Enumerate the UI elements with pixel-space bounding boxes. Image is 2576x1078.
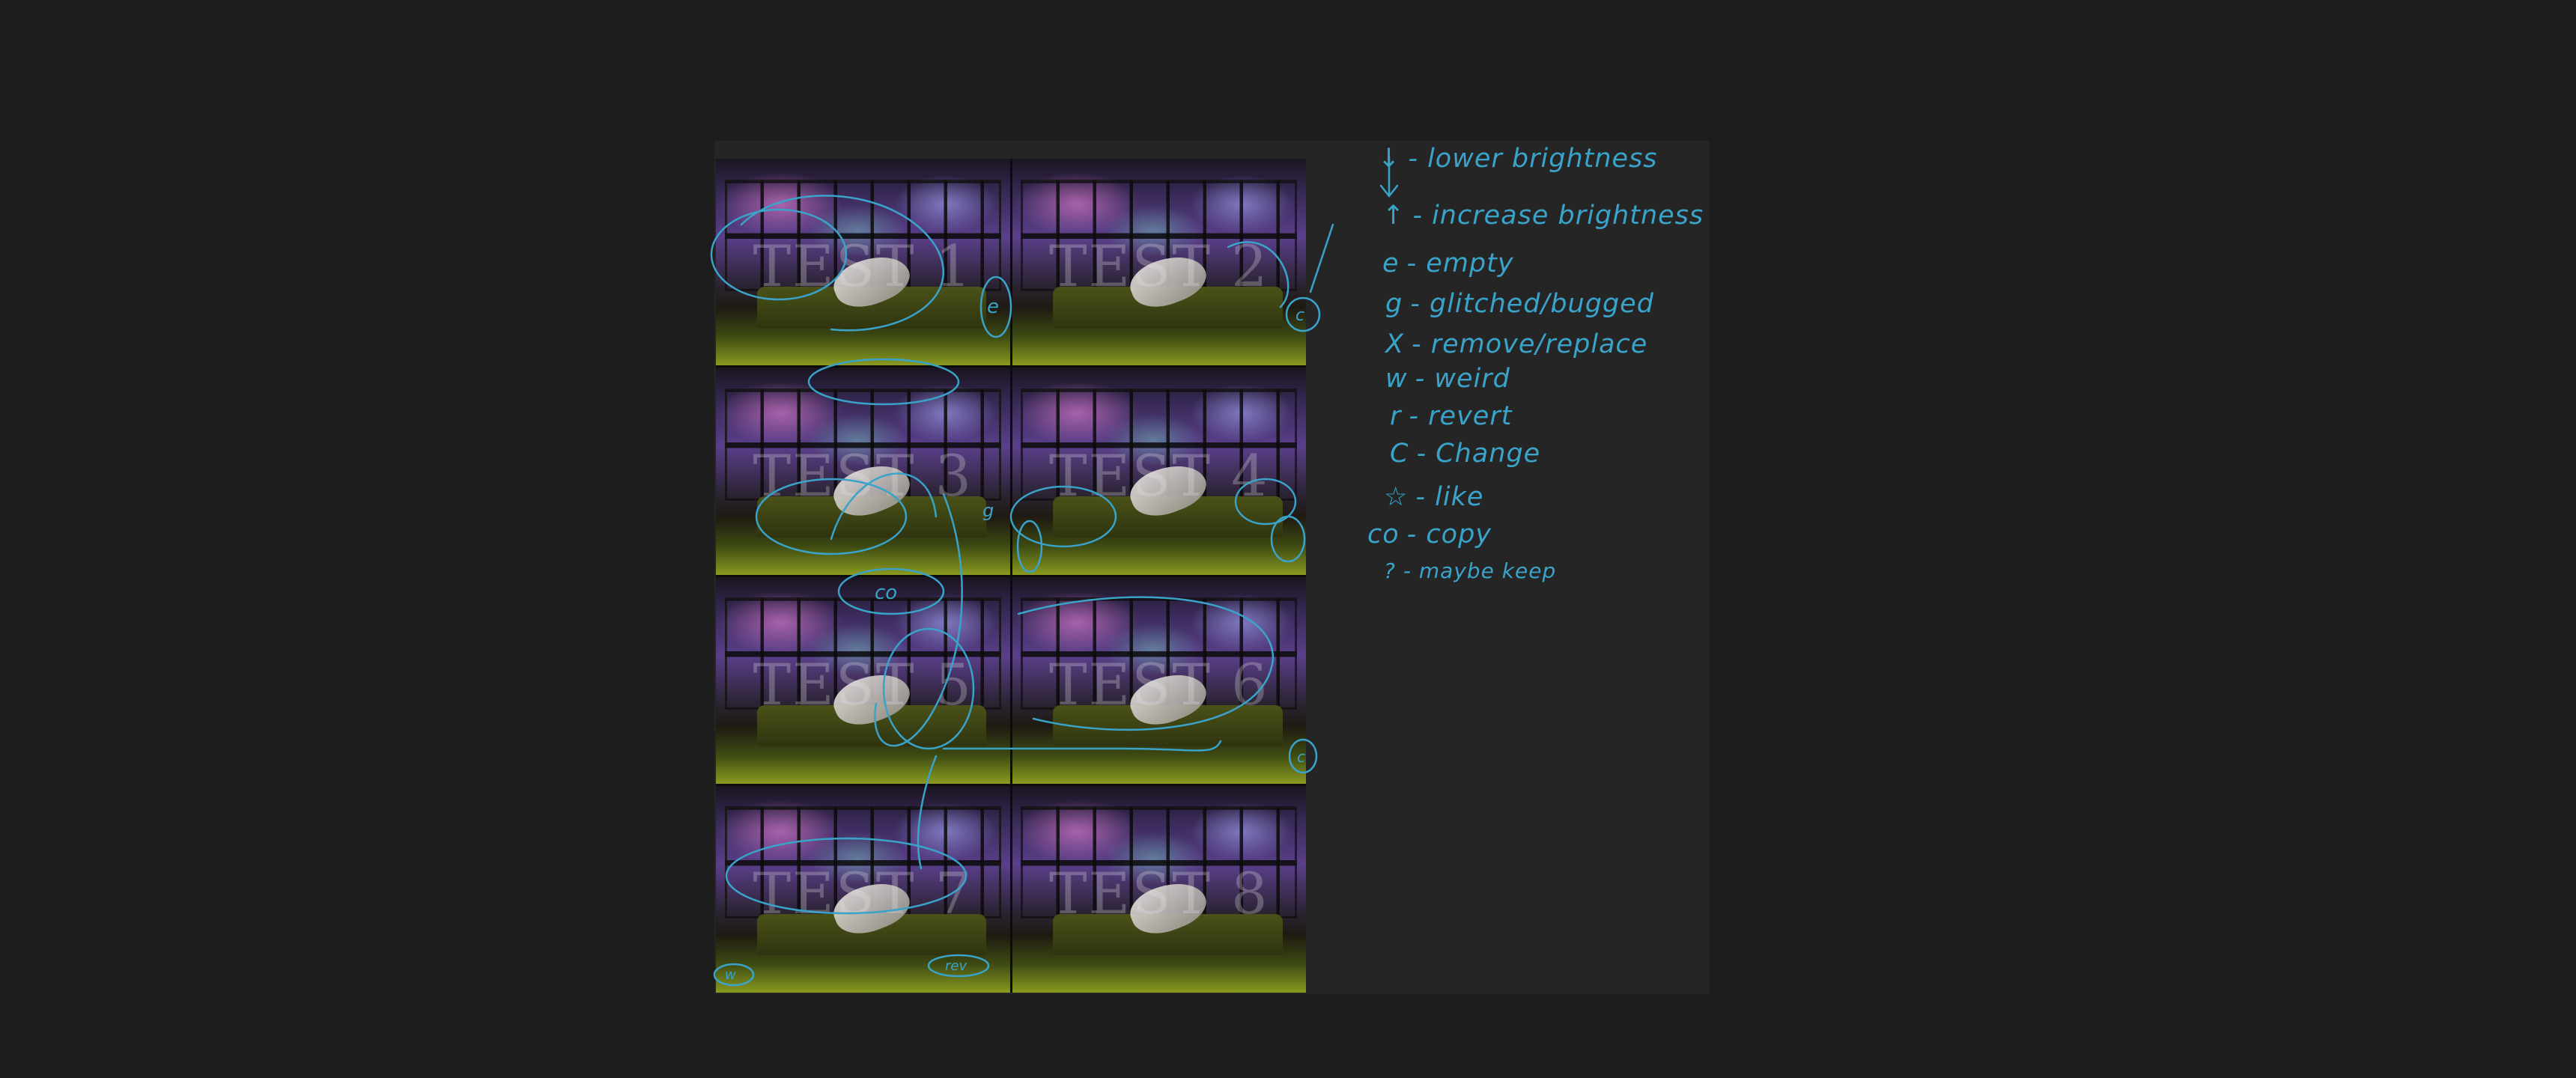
ink-loop xyxy=(874,493,963,747)
ink-mark-g: g xyxy=(982,500,994,521)
down-arrow-icon xyxy=(1379,156,1399,198)
ink-mark-rev: rev xyxy=(945,958,967,974)
ink-circle xyxy=(725,837,967,915)
ink-circle xyxy=(1016,520,1043,573)
ink-mark-c: c xyxy=(1297,748,1305,766)
ink-labels: e c g co rev w c xyxy=(725,296,1305,983)
ink-circle xyxy=(882,627,975,750)
ink-circle xyxy=(1270,515,1306,563)
ink-loop xyxy=(1017,596,1275,731)
ink-line xyxy=(1309,223,1334,293)
ink-strokes xyxy=(710,156,1399,987)
ink-mark-e: e xyxy=(987,296,999,318)
ink-line xyxy=(942,740,1222,752)
ink-circle xyxy=(710,208,848,301)
ink-mark-co: co xyxy=(875,582,897,604)
ink-loop xyxy=(740,195,944,332)
ink-line xyxy=(917,755,938,870)
ink-circle xyxy=(1009,485,1117,548)
ink-mark-c: c xyxy=(1295,306,1304,325)
ink-annotations-layer: e c g co rev w c xyxy=(710,156,1399,987)
ink-circle xyxy=(755,478,908,555)
ink-loop xyxy=(1227,241,1289,308)
ink-loop xyxy=(830,472,938,540)
ink-mark-w: w xyxy=(725,967,736,983)
ink-circle xyxy=(807,358,960,406)
